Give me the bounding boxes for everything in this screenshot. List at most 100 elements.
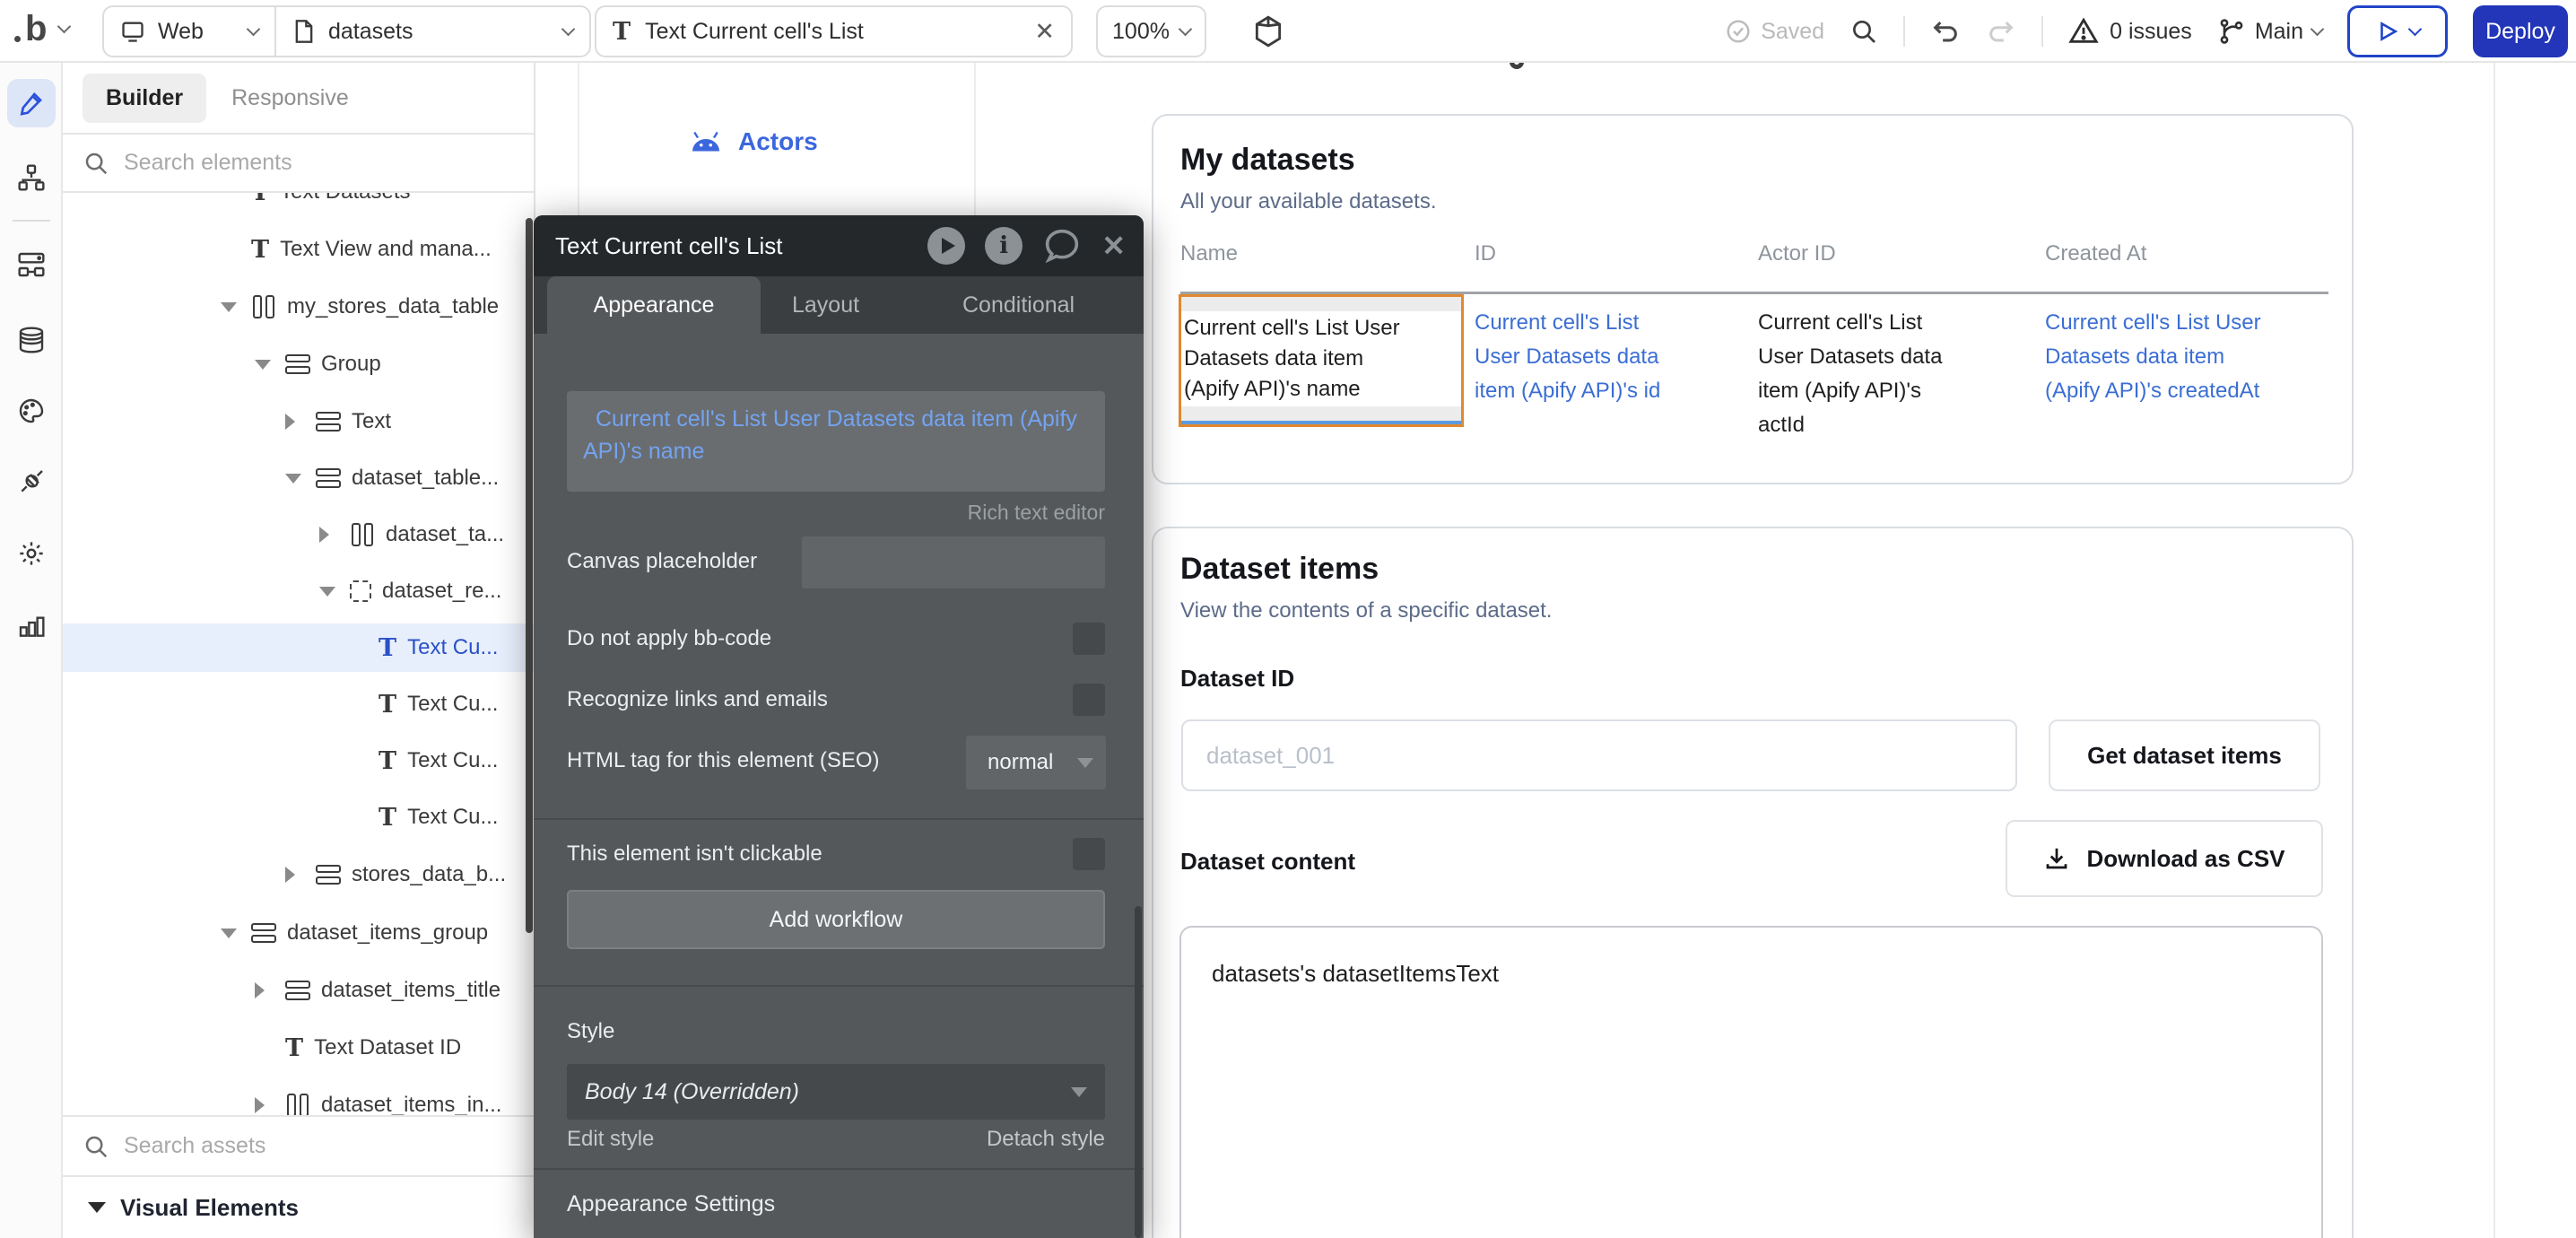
chevron-right-icon[interactable] — [285, 867, 295, 883]
columns-element-icon — [350, 523, 375, 546]
workflow-tab[interactable] — [17, 163, 46, 192]
not-clickable-checkbox[interactable] — [1073, 838, 1105, 870]
tab-appearance[interactable]: Appearance — [547, 276, 761, 334]
text-expression-editor[interactable]: Current cell's List User Datasets data i… — [567, 391, 1105, 492]
tree-item[interactable]: dataset_table... — [63, 454, 534, 502]
dataset-id-input[interactable] — [1181, 719, 2017, 791]
undo-icon[interactable] — [1930, 16, 1961, 47]
tree-item[interactable]: dataset_re... — [63, 567, 534, 615]
cell-created-at[interactable]: Current cell's List User Datasets data i… — [2045, 306, 2261, 408]
info-icon[interactable]: i — [985, 227, 1023, 265]
data-tab[interactable] — [17, 326, 46, 354]
search-elements-input[interactable] — [124, 150, 465, 176]
detach-style-link[interactable]: Detach style — [567, 1127, 1105, 1152]
tab-builder[interactable]: Builder — [83, 74, 206, 123]
tree-item[interactable]: dataset_items_group — [63, 909, 534, 957]
search-icon[interactable] — [1849, 17, 1878, 46]
tree-item-label: Text Cu... — [407, 805, 498, 830]
open-element-tab[interactable]: T Text Current cell's List ✕ — [595, 5, 1073, 57]
tree-item[interactable]: T Text Datasets — [63, 193, 534, 216]
bar-chart-icon — [17, 612, 46, 641]
property-inspector[interactable]: Text Current cell's List i ✕ Appearance … — [534, 215, 1144, 1238]
visual-elements-section[interactable]: Visual Elements — [63, 1175, 534, 1238]
run-icon[interactable] — [927, 227, 965, 265]
columns-element-icon — [251, 295, 276, 318]
canvas-placeholder-input[interactable] — [802, 536, 1105, 588]
inspector-scrollbar[interactable] — [1135, 906, 1142, 1238]
inspector-header[interactable]: Text Current cell's List i ✕ — [534, 215, 1144, 276]
chevron-right-icon[interactable] — [255, 982, 265, 998]
sidebar-item-actors[interactable]: Actors — [690, 127, 818, 156]
rail-divider — [13, 220, 50, 222]
component-library-button[interactable] — [1251, 14, 1285, 48]
app-logo[interactable]: b — [14, 7, 69, 50]
search-assets-input[interactable] — [124, 1133, 420, 1159]
plugins-tab[interactable] — [17, 467, 46, 496]
tree-item[interactable]: T Text Cu... — [63, 680, 534, 728]
preview-button[interactable] — [2347, 5, 2448, 57]
warning-triangle-icon — [2068, 16, 2099, 47]
cell-actor-id[interactable]: Current cell's List User Datasets data i… — [1758, 306, 1942, 442]
bbcode-checkbox[interactable] — [1073, 623, 1105, 655]
tree-item-label: dataset_items_in... — [321, 1093, 501, 1115]
issues-indicator[interactable]: 0 issues — [2068, 16, 2192, 47]
download-csv-button[interactable]: Download as CSV — [2006, 820, 2323, 897]
dataset-items-card[interactable]: Dataset items View the contents of a spe… — [1152, 527, 2354, 1238]
selection-strip — [1181, 406, 1461, 421]
close-icon[interactable]: ✕ — [1034, 18, 1055, 46]
cell-id[interactable]: Current cell's List User Datasets data i… — [1475, 306, 1660, 408]
rich-text-editor-link[interactable]: Rich text editor — [567, 501, 1105, 525]
links-checkbox[interactable] — [1073, 684, 1105, 716]
redo-icon[interactable] — [1986, 16, 2016, 47]
tree-item[interactable]: stores_data_b... — [63, 850, 534, 899]
chevron-down-icon[interactable] — [255, 360, 271, 370]
chevron-right-icon[interactable] — [285, 414, 295, 430]
chevron-down-icon[interactable] — [221, 302, 237, 312]
zoom-dropdown[interactable]: 100% — [1096, 5, 1206, 57]
tree-item[interactable]: T Text View and mana... — [63, 225, 534, 274]
html-tag-dropdown[interactable]: normal — [966, 736, 1106, 789]
tree-scrollbar[interactable] — [526, 218, 533, 933]
inspector-title: Text Current cell's List — [555, 232, 783, 260]
settings-tab[interactable] — [17, 539, 46, 568]
tree-item[interactable]: dataset_items_title — [63, 966, 534, 1015]
element-tree: T Text Datasets T Text View and mana... … — [63, 193, 534, 1115]
tree-item[interactable]: Text — [63, 397, 534, 446]
tree-item-label: my_stores_data_table — [287, 294, 499, 319]
tree-item[interactable]: dataset_ta... — [63, 510, 534, 559]
close-icon[interactable]: ✕ — [1101, 229, 1126, 263]
my-datasets-card[interactable]: My datasets All your available datasets.… — [1152, 114, 2354, 484]
tree-item[interactable]: Group — [63, 340, 534, 388]
deploy-button[interactable]: Deploy — [2473, 5, 2568, 57]
styles-tab[interactable] — [17, 397, 46, 425]
platform-dropdown[interactable]: Web — [104, 7, 276, 56]
actors-label: Actors — [738, 127, 818, 156]
chevron-down-icon[interactable] — [285, 474, 301, 484]
tree-item[interactable]: my_stores_data_table — [63, 283, 534, 331]
tree-item[interactable]: T Text Cu... — [63, 793, 534, 841]
branch-selector[interactable]: Main — [2217, 17, 2322, 46]
tree-item[interactable]: T Text Dataset ID — [63, 1024, 534, 1072]
tab-layout[interactable]: Layout — [792, 276, 859, 334]
chevron-down-icon[interactable] — [319, 587, 335, 597]
tab-responsive[interactable]: Responsive — [231, 85, 349, 111]
tree-item[interactable]: T Text Cu... — [63, 737, 534, 785]
tab-conditional[interactable]: Conditional — [962, 276, 1075, 334]
components-tab[interactable] — [17, 250, 46, 279]
chevron-right-icon[interactable] — [319, 527, 329, 543]
chevron-down-icon[interactable] — [221, 928, 237, 938]
get-dataset-items-button[interactable]: Get dataset items — [2049, 719, 2320, 791]
page-dropdown[interactable]: datasets — [276, 7, 589, 56]
selected-text-element-cell[interactable]: Current cell's List User Datasets data i… — [1179, 294, 1464, 427]
chevron-right-icon[interactable] — [255, 1097, 265, 1113]
tree-item[interactable]: dataset_items_in... — [63, 1081, 534, 1115]
text-element-icon: T — [379, 636, 396, 660]
style-dropdown[interactable]: Body 14 (Overridden) — [567, 1064, 1105, 1120]
comment-icon[interactable] — [1042, 228, 1082, 264]
logs-tab[interactable] — [17, 612, 46, 641]
add-workflow-button[interactable]: Add workflow — [567, 890, 1105, 949]
elements-panel: Builder Responsive T Text Datasets T Tex… — [63, 63, 535, 1238]
design-tab-selected[interactable] — [7, 79, 56, 127]
tree-item-label: Text Datasets — [280, 193, 410, 205]
tree-item-selected[interactable]: T Text Cu... — [63, 623, 534, 672]
